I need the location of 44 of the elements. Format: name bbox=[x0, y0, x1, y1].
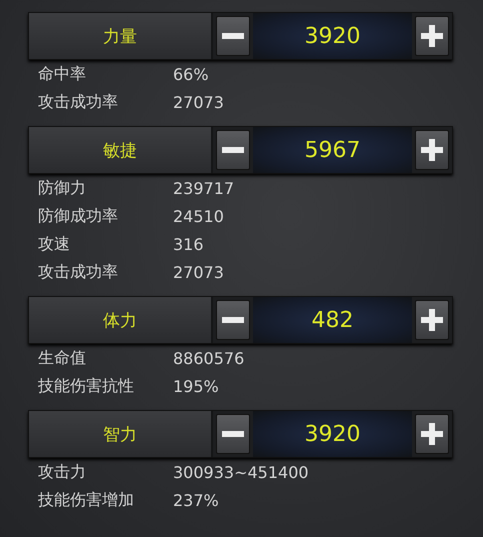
stat-label: 攻速 bbox=[38, 234, 71, 254]
stat-value: 316 bbox=[173, 234, 204, 254]
minus-icon bbox=[222, 147, 244, 153]
decrease-button[interactable] bbox=[216, 300, 250, 340]
stat-value: 27073 bbox=[173, 262, 224, 282]
attribute-value: 482 bbox=[253, 297, 412, 343]
decrease-button[interactable] bbox=[216, 16, 250, 56]
stat-value: 239717 bbox=[173, 178, 234, 198]
stat-value: 195% bbox=[173, 376, 219, 396]
stat-label: 生命值 bbox=[38, 348, 87, 368]
plus-icon bbox=[421, 423, 443, 445]
stat-value: 237% bbox=[173, 490, 219, 510]
increase-button[interactable] bbox=[415, 414, 449, 454]
stat-value: 66% bbox=[173, 64, 209, 84]
stat-label: 攻击成功率 bbox=[38, 262, 119, 282]
stat-label: 技能伤害增加 bbox=[38, 490, 135, 510]
attribute-value: 3920 bbox=[253, 411, 412, 457]
attribute-value: 5967 bbox=[253, 127, 412, 173]
minus-icon bbox=[222, 33, 244, 39]
increase-button[interactable] bbox=[415, 300, 449, 340]
stat-label: 攻击成功率 bbox=[38, 92, 119, 112]
minus-icon bbox=[222, 317, 244, 323]
attribute-name: 敏捷 bbox=[29, 127, 213, 173]
minus-icon bbox=[222, 431, 244, 437]
stat-value: 27073 bbox=[173, 92, 224, 112]
attribute-name: 力量 bbox=[29, 13, 213, 59]
plus-icon bbox=[421, 309, 443, 331]
attribute-name: 体力 bbox=[29, 297, 213, 343]
decrease-button[interactable] bbox=[216, 414, 250, 454]
stat-label: 防御力 bbox=[38, 178, 87, 198]
increase-button[interactable] bbox=[415, 16, 449, 56]
stat-label: 防御成功率 bbox=[38, 206, 119, 226]
attribute-name: 智力 bbox=[29, 411, 213, 457]
increase-button[interactable] bbox=[415, 130, 449, 170]
stat-label: 命中率 bbox=[38, 64, 87, 84]
plus-icon bbox=[421, 25, 443, 47]
plus-icon bbox=[421, 139, 443, 161]
stat-value: 300933~451400 bbox=[173, 462, 309, 482]
attribute-value: 3920 bbox=[253, 13, 412, 59]
stat-label: 攻击力 bbox=[38, 462, 87, 482]
decrease-button[interactable] bbox=[216, 130, 250, 170]
stat-value: 8860576 bbox=[173, 348, 244, 368]
stat-value: 24510 bbox=[173, 206, 224, 226]
stat-label: 技能伤害抗性 bbox=[38, 376, 135, 396]
